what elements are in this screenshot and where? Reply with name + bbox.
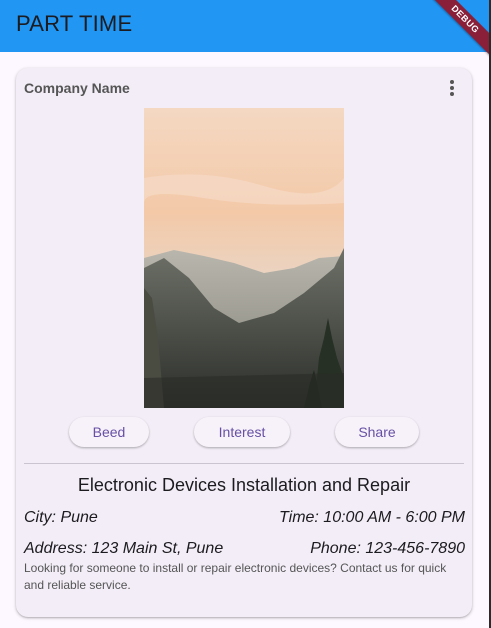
beed-button[interactable]: Beed (69, 417, 149, 447)
phone-text: Phone: 123-456-7890 (310, 540, 465, 557)
app-bar: PART TIME (0, 0, 489, 52)
debug-banner: DEBUG (429, 0, 489, 60)
mountain-valley-image (144, 108, 344, 408)
more-vert-icon[interactable] (444, 78, 460, 98)
share-button[interactable]: Share (335, 417, 419, 447)
job-image (144, 108, 344, 408)
app-title: PART TIME (16, 11, 133, 36)
job-card: Company Name Beed Interest Share Electro… (16, 68, 472, 617)
debug-label: DEBUG (429, 0, 489, 60)
time-text: Time: 10:00 AM - 6:00 PM (279, 509, 465, 526)
divider (24, 463, 464, 464)
city-text: City: Pune (24, 509, 98, 526)
job-title: Electronic Devices Installation and Repa… (77, 475, 411, 495)
address-text: Address: 123 Main St, Pune (24, 540, 224, 557)
interest-button[interactable]: Interest (194, 417, 290, 447)
company-name: Company Name (24, 80, 130, 96)
job-description: Looking for someone to install or repair… (24, 561, 447, 592)
